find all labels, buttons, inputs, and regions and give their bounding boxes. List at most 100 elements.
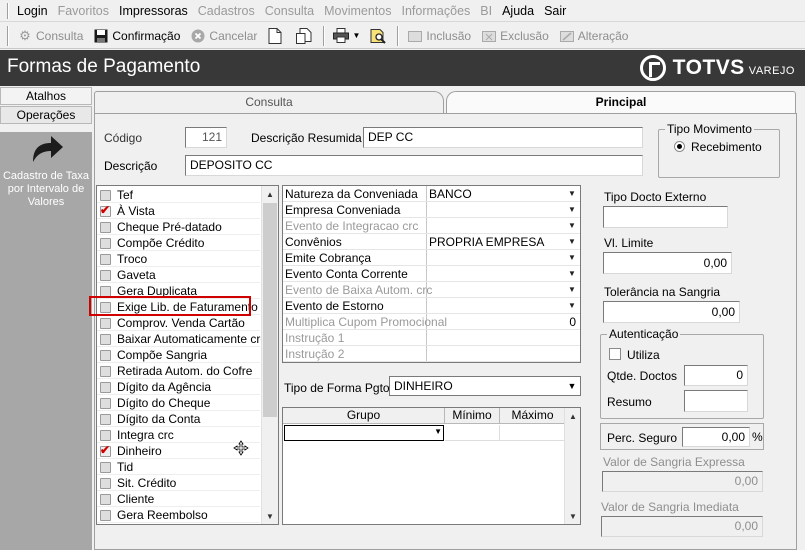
tab-operacoes[interactable]: Operações xyxy=(0,106,92,124)
checklist-checkbox[interactable] xyxy=(100,477,111,489)
checklist-checkbox[interactable] xyxy=(100,285,111,297)
minimo-cell[interactable] xyxy=(445,425,500,441)
tipo-forma-combo[interactable]: DINHEIRO ▼ xyxy=(389,376,581,396)
vl-limite-field[interactable]: 0,00 xyxy=(603,252,732,274)
menu-login[interactable]: Login xyxy=(12,0,53,22)
menu-movimentos[interactable]: Movimentos xyxy=(319,0,396,22)
minimo-column-header[interactable]: Mínimo xyxy=(445,408,500,424)
chevron-down-icon[interactable]: ▼ xyxy=(566,188,578,200)
property-row[interactable]: Natureza da Conveniada BANCO ▼ xyxy=(283,186,580,202)
grupo-grid[interactable]: Grupo Mínimo Máximo ▼ ▲ ▼ xyxy=(282,407,581,525)
checklist-checkbox[interactable] xyxy=(100,461,111,473)
checklist-checkbox[interactable] xyxy=(100,221,111,233)
maximo-cell[interactable] xyxy=(500,425,566,441)
grupo-grid-scrollbar[interactable]: ▲ ▼ xyxy=(564,408,580,524)
print-button[interactable]: ▼ xyxy=(328,25,365,47)
menu-ajuda[interactable]: Ajuda xyxy=(497,0,539,22)
checklist-item[interactable]: Tid xyxy=(97,459,262,475)
property-row[interactable]: Emite Cobrança ▼ xyxy=(283,250,580,266)
checklist-checkbox[interactable] xyxy=(100,269,111,281)
sangria-expressa-field[interactable]: 0,00 xyxy=(602,471,763,492)
checklist-checkbox[interactable] xyxy=(100,237,111,249)
menu-impressoras[interactable]: Impressoras xyxy=(114,0,193,22)
inclusao-button[interactable]: Inclusão xyxy=(402,25,476,47)
checklist-checkbox[interactable] xyxy=(100,413,111,425)
print-dropdown-icon[interactable]: ▼ xyxy=(352,31,360,40)
tab-atalhos[interactable]: Atalhos xyxy=(0,87,92,105)
checklist-checkbox[interactable] xyxy=(100,253,111,265)
checklist-item[interactable]: Gera Reembolso xyxy=(97,507,262,523)
menu-informacoes[interactable]: Informações xyxy=(397,0,476,22)
checklist-checkbox[interactable] xyxy=(100,381,111,393)
grupo-column-header[interactable]: Grupo xyxy=(283,408,445,424)
chevron-down-icon[interactable]: ▼ xyxy=(566,236,578,248)
chevron-down-icon[interactable]: ▼ xyxy=(566,220,578,232)
recebimento-radio[interactable] xyxy=(674,141,685,152)
checklist-item[interactable]: Compõe Crédito xyxy=(97,235,262,251)
menu-favoritos[interactable]: Favoritos xyxy=(53,0,114,22)
checklist-item[interactable]: Troco xyxy=(97,251,262,267)
property-row[interactable]: Empresa Conveniada ▼ xyxy=(283,202,580,218)
scroll-down-icon[interactable]: ▼ xyxy=(262,508,278,524)
curved-arrow-icon[interactable] xyxy=(30,134,64,164)
shortcut-cadastro-taxa[interactable]: Cadastro de Taxa por Intervalo de Valore… xyxy=(2,170,90,209)
confirmacao-button[interactable]: Confirmação xyxy=(88,25,185,47)
properties-grid[interactable]: Natureza da Conveniada BANCO ▼ Empresa Conv… xyxy=(282,185,581,363)
property-row[interactable]: Multiplica Cupom Promocional 0 xyxy=(283,314,580,330)
checklist-item[interactable]: Tef xyxy=(97,187,262,203)
checklist-checkbox[interactable] xyxy=(100,429,111,441)
menu-sair[interactable]: Sair xyxy=(539,0,571,22)
maximo-column-header[interactable]: Máximo xyxy=(500,408,566,424)
menu-bi[interactable]: BI xyxy=(475,0,497,22)
perc-seguro-field[interactable]: 0,00 xyxy=(682,427,750,447)
utiliza-label[interactable]: Utiliza xyxy=(627,348,660,362)
alteracao-button[interactable]: Alteração xyxy=(554,25,634,47)
checklist-item[interactable]: Cliente xyxy=(97,491,262,507)
property-value[interactable]: BANCO xyxy=(429,187,472,201)
property-value[interactable]: 0 xyxy=(569,315,576,329)
checklist-item[interactable]: Compõe Sangria xyxy=(97,347,262,363)
scroll-thumb[interactable] xyxy=(263,203,277,417)
scroll-up-icon[interactable]: ▲ xyxy=(262,186,278,202)
property-row[interactable]: Evento de Integracao crc ▼ xyxy=(283,218,580,234)
chevron-down-icon[interactable]: ▼ xyxy=(566,268,578,280)
chevron-down-icon[interactable]: ▼ xyxy=(566,204,578,216)
checklist-item[interactable]: Dígito da Agência xyxy=(97,379,262,395)
chevron-down-icon[interactable]: ▼ xyxy=(565,378,579,394)
checklist-scrollbar[interactable]: ▲ ▼ xyxy=(261,186,278,524)
preview-button[interactable] xyxy=(365,25,394,47)
property-value[interactable]: PROPRIA EMPRESA xyxy=(429,235,544,249)
tipo-docto-field[interactable] xyxy=(603,206,728,228)
menu-consulta[interactable]: Consulta xyxy=(260,0,319,22)
duplicate-document-button[interactable] xyxy=(291,25,320,47)
checklist-checkbox[interactable] xyxy=(100,203,111,217)
sangria-imediata-field[interactable]: 0,00 xyxy=(601,516,763,537)
property-row[interactable]: Evento Conta Corrente ▼ xyxy=(283,266,580,282)
checklist-checkbox[interactable] xyxy=(100,365,111,377)
checklist-item[interactable]: Comprov. Venda Cartão xyxy=(97,315,262,331)
checklist-item[interactable]: À Vista xyxy=(97,203,262,219)
checklist-item[interactable]: Retirada Autom. do Cofre xyxy=(97,363,262,379)
chevron-down-icon[interactable]: ▼ xyxy=(566,300,578,312)
chevron-down-icon[interactable]: ▼ xyxy=(566,284,578,296)
checklist-item[interactable]: Dígito do Cheque xyxy=(97,395,262,411)
property-row[interactable]: Instrução 1 xyxy=(283,330,580,346)
menu-cadastros[interactable]: Cadastros xyxy=(193,0,260,22)
checklist-checkbox[interactable] xyxy=(100,397,111,409)
chevron-down-icon[interactable]: ▼ xyxy=(566,252,578,264)
checklist-checkbox[interactable] xyxy=(100,443,111,457)
recebimento-label[interactable]: Recebimento xyxy=(691,140,762,154)
descricao-resumida-field[interactable]: DEP CC xyxy=(363,127,643,148)
checklist-checkbox[interactable] xyxy=(100,317,111,329)
checklist-checkbox[interactable] xyxy=(100,509,111,521)
tolerancia-field[interactable]: 0,00 xyxy=(603,301,740,323)
consulta-button[interactable]: ⚙ Consulta xyxy=(12,25,88,47)
qtde-doctos-field[interactable]: 0 xyxy=(684,365,748,386)
property-row[interactable]: Convênios PROPRIA EMPRESA ▼ xyxy=(283,234,580,250)
property-row[interactable]: Evento de Baixa Autom. crc ▼ xyxy=(283,282,580,298)
chevron-down-icon[interactable]: ▼ xyxy=(434,427,442,436)
tab-consulta[interactable]: Consulta xyxy=(94,91,444,113)
descricao-field[interactable]: DEPOSITO CC xyxy=(185,155,643,176)
utiliza-checkbox[interactable] xyxy=(609,348,621,360)
property-row[interactable]: Evento de Estorno ▼ xyxy=(283,298,580,314)
